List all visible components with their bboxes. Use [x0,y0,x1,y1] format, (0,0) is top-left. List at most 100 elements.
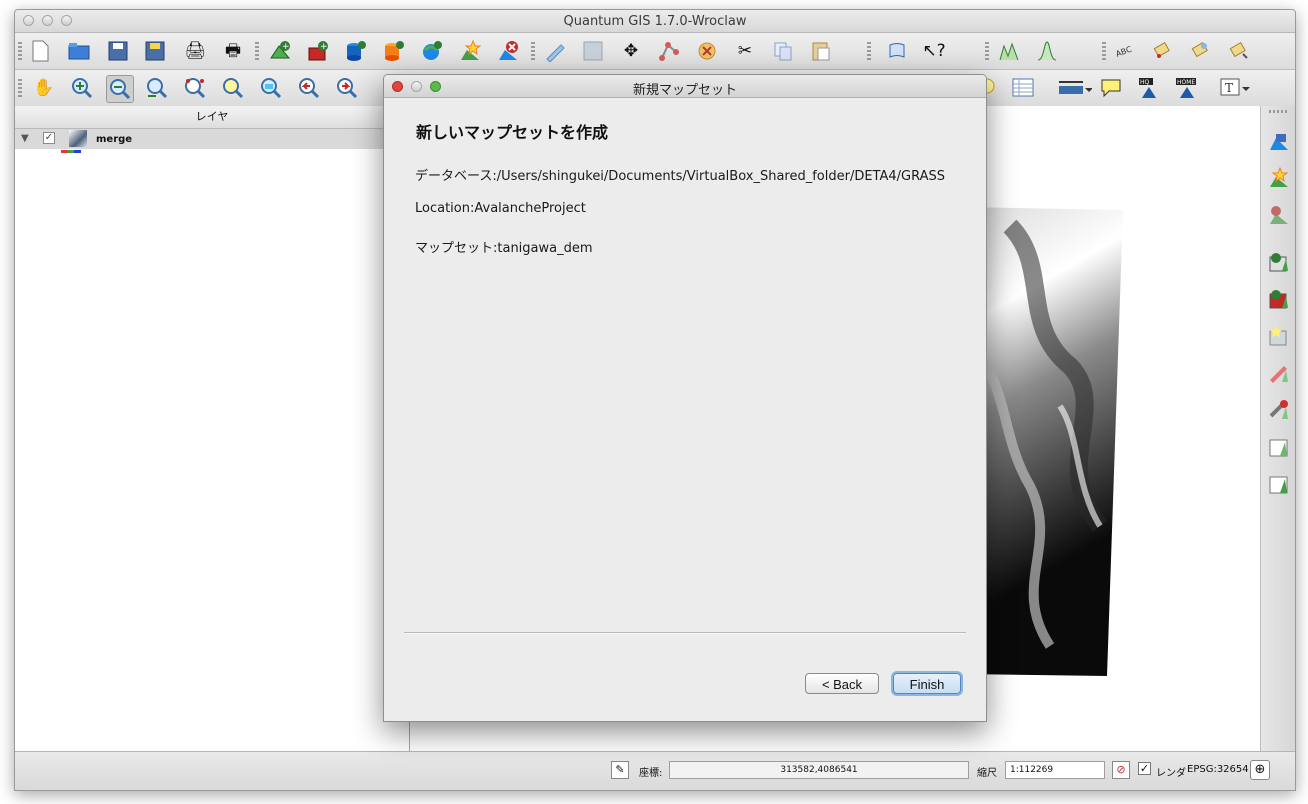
raster-histogram-icon[interactable] [996,38,1022,64]
add-raster-layer-icon[interactable]: + [305,38,331,64]
zoom-actual-icon[interactable] [258,75,284,101]
layers-panel-title: レイヤ [195,110,229,123]
svg-text:HOME: HOME [1177,79,1195,86]
toggle-editing-icon[interactable] [542,38,568,64]
pan-icon[interactable]: ✋ [31,75,57,101]
raster-stretch-icon[interactable] [1034,38,1060,64]
text-annotation-icon[interactable]: T [1219,75,1251,101]
remove-icon[interactable] [1266,202,1292,228]
toolbar-grip[interactable] [867,42,871,60]
new-vector-icon[interactable] [1266,165,1292,191]
dialog-title: 新規マップセット [632,83,737,98]
band-color-legend [61,150,81,153]
zoom-layer-icon[interactable] [220,75,246,101]
save-as-icon[interactable] [142,38,168,64]
toolbar-grip[interactable] [18,42,22,60]
status-bar: ✎ 座標: 313582,4086541 縮尺 1:112269 ⊘ ✓ レンダ… [15,751,1295,790]
zoom-selection-icon[interactable] [182,75,208,101]
whats-this-icon[interactable]: ↖? [921,38,947,64]
show-hide-label-icon[interactable] [1187,38,1213,64]
copy-features-icon[interactable] [770,38,796,64]
finish-button[interactable]: Finish [893,673,961,694]
svg-text:T: T [1225,81,1233,95]
toolbar-grip[interactable] [1102,42,1106,60]
open-project-icon[interactable] [66,38,92,64]
dialog-heading: 新しいマップセットを作成 [416,123,609,142]
add-layer-green-icon[interactable] [1266,249,1292,275]
crs-status[interactable]: EPSG:32654 [1187,764,1249,775]
paste-features-icon[interactable] [808,38,834,64]
add-spatialite-layer-icon[interactable] [381,38,407,64]
add-wms-layer-icon[interactable] [419,38,445,64]
database-path: データベース:/Users/shingukei/Documents/Virtua… [415,169,946,184]
edit-layer-icon[interactable] [1266,323,1292,349]
grass-tools-icon[interactable] [1266,397,1292,423]
crs-globe-icon[interactable]: ⊕ [1250,760,1270,780]
back-button[interactable]: < Back [805,673,879,694]
add-vector-layer-icon[interactable]: + [267,38,293,64]
coordinate-toggle-icon[interactable]: ✎ [611,761,629,779]
mapset-name: マップセット:tanigawa_dem [415,241,593,256]
render-checkbox[interactable]: ✓ [1138,762,1151,775]
annotation-icon[interactable] [1098,75,1124,101]
coordinate-field[interactable]: 313582,4086541 [669,761,969,779]
home-icon[interactable]: HOME [1174,75,1200,101]
remove-layer-icon[interactable] [495,38,521,64]
label-icon[interactable]: ABC [1112,38,1138,64]
toolbar-grip[interactable] [18,79,22,97]
window-title: Quantum GIS 1.7.0-Wroclaw [563,14,747,29]
new-mapset-dialog: 新規マップセット 新しいマップセットを作成 データベース:/Users/shin… [383,74,987,722]
delete-selected-icon[interactable] [694,38,720,64]
add-layer-red-icon[interactable] [1266,286,1292,312]
main-toolbar: 🖨 🖶 + + ✥ ✂ ↖? ABC [15,33,1295,70]
help-icon[interactable] [884,38,910,64]
render-label: レンダ [1156,768,1186,779]
toolbar-grip[interactable] [255,42,259,60]
new-vector-layer-icon[interactable] [457,38,483,64]
move-label-icon[interactable] [1225,38,1251,64]
save-edits-icon[interactable] [580,38,606,64]
pin-label-icon[interactable] [1149,38,1175,64]
grass-edit-icon[interactable] [1266,360,1292,386]
expand-arrow-icon[interactable]: ▼ [21,133,29,144]
scale-input[interactable]: 1:112269 [1005,761,1105,779]
node-tool-icon[interactable] [656,38,682,64]
measure-icon[interactable] [1055,75,1095,101]
layers-panel-header: レイヤ ⧉ [15,106,409,129]
zoom-in-icon[interactable] [69,75,95,101]
layer-item-merge[interactable]: ▼ ✓ merge [15,129,409,149]
add-postgis-layer-icon[interactable] [343,38,369,64]
svg-text:ABC: ABC [1115,45,1134,59]
layer-visibility-checkbox[interactable]: ✓ [43,132,55,144]
add-raster-icon[interactable] [1266,128,1292,154]
raster-layer-icon [69,130,87,147]
cut-features-icon[interactable]: ✂ [732,38,758,64]
dialog-separator [404,632,966,634]
toolbar-grip[interactable] [531,42,535,60]
scale-label: 縮尺 [977,768,997,779]
grass-region-icon[interactable] [1266,434,1292,460]
svg-text:HQ: HQ [1140,79,1150,86]
toolbar-grip[interactable] [1269,110,1289,113]
layers-panel: レイヤ ⧉ ▼ ✓ merge [15,106,410,751]
zoom-full-icon[interactable] [144,75,170,101]
save-project-icon[interactable] [105,38,131,64]
print-icon[interactable]: 🖶 [220,38,246,64]
grass-right-toolbar [1260,106,1295,751]
attribute-table-icon[interactable] [1010,75,1036,101]
zoom-next-icon[interactable] [334,75,360,101]
coordinate-label: 座標: [639,768,663,779]
stop-rendering-icon[interactable]: ⊘ [1112,761,1130,779]
hq-icon[interactable]: HQ [1136,75,1162,101]
zoom-out-icon[interactable] [106,75,134,103]
move-feature-icon[interactable]: ✥ [618,38,644,64]
grass-region-edit-icon[interactable] [1266,471,1292,497]
zoom-last-icon[interactable] [296,75,322,101]
layer-name: merge [96,134,133,145]
svg-text:+: + [320,42,328,52]
toolbar-grip[interactable] [985,42,989,60]
dialog-titlebar: 新規マップセット [384,75,986,98]
print-composer-icon[interactable]: 🖨 [182,38,208,64]
new-project-icon[interactable] [27,38,53,64]
svg-text:+: + [282,42,290,52]
